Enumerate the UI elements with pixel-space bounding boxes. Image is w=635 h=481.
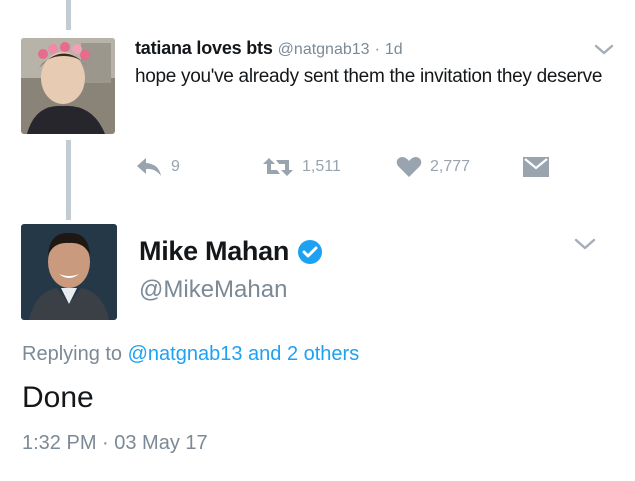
verified-badge-icon: [298, 239, 323, 264]
chevron-down-icon[interactable]: [593, 43, 615, 57]
thread-connector-middle: [66, 140, 71, 220]
reply-author-name[interactable]: tatiana loves bts: [135, 38, 273, 58]
reply-icon: [137, 158, 161, 176]
direct-message-icon: [523, 157, 549, 177]
thread-connector-top: [66, 0, 71, 30]
reply-tweet-header: tatiana loves bts @natgnab13 · 1d: [135, 38, 403, 59]
main-tweet-text: Done: [22, 381, 94, 414]
replying-to-prefix: Replying to: [22, 343, 123, 365]
heart-icon: [396, 157, 422, 177]
reply-author-avatar[interactable]: [21, 38, 115, 134]
reply-count: 9: [171, 158, 180, 175]
reply-time[interactable]: 1d: [385, 41, 403, 58]
like-action[interactable]: 2,777: [396, 156, 470, 178]
direct-message-action[interactable]: [522, 156, 550, 178]
chevron-down-icon[interactable]: [573, 237, 597, 252]
main-tweet-timestamp[interactable]: 1:32 PM · 03 May 17: [22, 432, 208, 455]
reply-tweet-text: hope you've already sent them the invita…: [135, 66, 603, 87]
main-author-handle[interactable]: @MikeMahan: [139, 276, 287, 304]
retweet-count: 1,511: [302, 158, 341, 175]
main-author-name[interactable]: Mike Mahan: [139, 236, 289, 267]
reply-action[interactable]: 9: [135, 156, 180, 178]
replying-to-line: Replying to @natgnab13 and 2 others: [22, 343, 359, 366]
main-author-avatar[interactable]: [21, 224, 117, 320]
reply-author-handle[interactable]: @natgnab13: [278, 41, 370, 58]
retweet-icon: [263, 158, 293, 176]
retweet-action[interactable]: 1,511: [262, 156, 341, 178]
main-author-name-row: Mike Mahan: [139, 236, 323, 267]
reply-separator: ·: [374, 41, 380, 58]
replying-to-link[interactable]: @natgnab13 and 2 others: [128, 343, 360, 365]
like-count: 2,777: [430, 158, 471, 175]
reply-action-bar: 9 1,511 2,777: [0, 156, 635, 184]
